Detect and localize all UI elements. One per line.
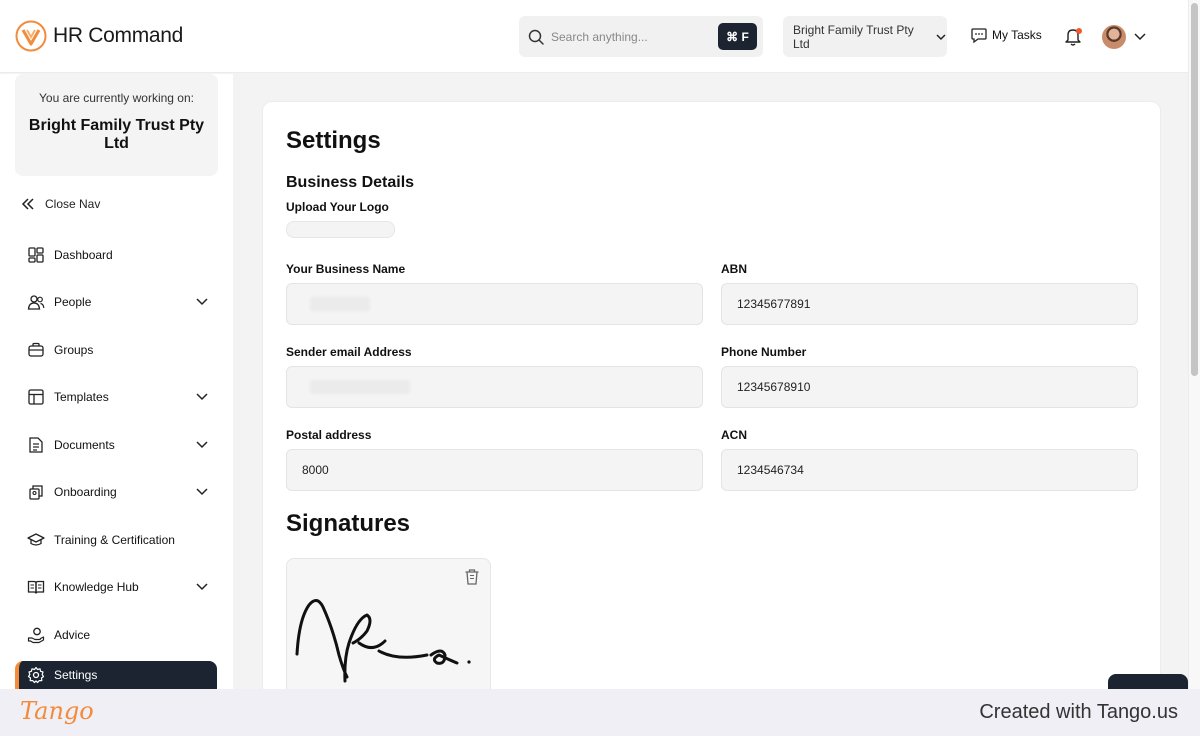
sidebar-item-advice[interactable]: Advice — [15, 619, 217, 651]
chevron-down-icon[interactable] — [195, 579, 209, 593]
sidebar-item-dashboard[interactable]: Dashboard — [15, 239, 217, 271]
onboarding-icon — [27, 483, 45, 501]
postal-address-field[interactable]: 8000 — [286, 449, 703, 491]
acn-field[interactable]: 1234546734 — [721, 449, 1138, 491]
search-shortcut-badge: ⌘ F — [718, 23, 757, 50]
tango-footer: Tango Created with Tango.us — [0, 689, 1200, 736]
upload-logo-button[interactable] — [286, 221, 395, 238]
search-input[interactable] — [551, 29, 711, 44]
sidebar-item-settings[interactable]: Settings — [15, 661, 217, 689]
settings-card: Settings Business Details Upload Your Lo… — [262, 101, 1161, 708]
tango-credit: Created with Tango.us — [979, 701, 1178, 723]
sidebar-item-label: Dashboard — [54, 248, 113, 262]
close-nav-button[interactable]: Close Nav — [20, 196, 100, 212]
search-bar[interactable]: ⌘ F — [519, 16, 763, 57]
graduation-cap-icon — [27, 531, 45, 549]
people-icon — [27, 293, 45, 311]
company-selector[interactable]: Bright Family Trust Pty Ltd — [783, 16, 947, 57]
dashboard-icon — [27, 246, 45, 264]
sidebar-item-label: Advice — [54, 628, 91, 642]
sidebar-item-people[interactable]: People — [15, 286, 217, 318]
business-name-field[interactable] — [286, 283, 703, 325]
sidebar-item-groups[interactable]: Groups — [15, 334, 217, 366]
sidebar-item-label: Training & Certification — [54, 533, 175, 547]
acn-value: 1234546734 — [737, 463, 804, 477]
abn-value: 12345677891 — [737, 297, 811, 311]
close-nav-label: Close Nav — [45, 197, 101, 211]
sidebar-item-label: Documents — [54, 438, 115, 452]
acn-label: ACN — [721, 428, 747, 442]
logo-mark-icon — [15, 20, 47, 52]
upload-logo-label: Upload Your Logo — [286, 200, 389, 214]
top-header: HR Command ⌘ F Bright Family Trust Pty L… — [0, 0, 1188, 73]
phone-field[interactable]: 12345678910 — [721, 366, 1138, 408]
sidebar-item-label: Knowledge Hub — [54, 580, 139, 594]
sidebar-item-label: Onboarding — [54, 485, 117, 499]
sidebar-item-label: Groups — [54, 343, 94, 357]
chevron-down-icon[interactable] — [195, 389, 209, 403]
business-name-label: Your Business Name — [286, 262, 406, 276]
scrollbar-thumb[interactable] — [1191, 3, 1198, 376]
app-name: HR Command — [53, 24, 184, 47]
hand-coin-icon — [27, 626, 45, 644]
sidebar-item-label: People — [54, 295, 92, 309]
app-logo[interactable]: HR Command — [15, 20, 183, 52]
sender-email-label: Sender email Address — [286, 345, 412, 359]
sidebar-item-knowledge-hub[interactable]: Knowledge Hub — [15, 571, 217, 603]
sidebar-item-label: Settings — [54, 668, 98, 682]
tango-logo: Tango — [20, 697, 94, 725]
chevron-down-icon[interactable] — [195, 294, 209, 308]
workspace-card: You are currently working on: Bright Fam… — [15, 74, 218, 176]
workspace-caption: You are currently working on: — [39, 91, 194, 105]
workspace-name: Bright Family Trust Pty Ltd — [28, 117, 205, 152]
page-scrollbar[interactable] — [1188, 0, 1200, 689]
chevron-down-icon[interactable] — [195, 437, 209, 451]
sidebar-item-training[interactable]: Training & Certification — [15, 524, 217, 556]
notification-dot — [1076, 28, 1082, 34]
search-icon — [528, 29, 544, 45]
sidebar: You are currently working on: Bright Fam… — [0, 74, 233, 689]
chevron-down-icon[interactable] — [195, 484, 209, 498]
page-title: Settings — [286, 127, 381, 154]
abn-field[interactable]: 12345677891 — [721, 283, 1138, 325]
my-tasks-button[interactable]: My Tasks — [970, 26, 1042, 44]
postal-address-value: 8000 — [302, 463, 329, 477]
user-avatar[interactable] — [1102, 25, 1126, 49]
document-icon — [27, 436, 45, 454]
sidebar-item-onboarding[interactable]: Onboarding — [15, 476, 217, 508]
abn-label: ABN — [721, 262, 747, 276]
signature-image — [295, 599, 471, 683]
company-selector-label: Bright Family Trust Pty Ltd — [793, 22, 914, 51]
phone-value: 12345678910 — [737, 380, 811, 394]
gear-icon — [27, 666, 45, 684]
chevron-down-icon[interactable] — [1133, 32, 1147, 42]
phone-label: Phone Number — [721, 345, 807, 359]
sidebar-item-label: Templates — [54, 390, 109, 404]
book-icon — [27, 578, 45, 596]
sidebar-item-documents[interactable]: Documents — [15, 429, 217, 461]
double-chevron-left-icon — [21, 198, 34, 210]
chevron-down-icon — [936, 33, 946, 40]
sidebar-item-templates[interactable]: Templates — [15, 381, 217, 413]
template-icon — [27, 388, 45, 406]
redacted-value — [310, 380, 410, 394]
signature-card — [286, 558, 491, 708]
sender-email-field[interactable] — [286, 366, 703, 408]
business-details-heading: Business Details — [286, 174, 415, 191]
postal-address-label: Postal address — [286, 428, 372, 442]
briefcase-icon — [27, 341, 45, 359]
chat-bubble-icon — [971, 28, 987, 44]
signatures-heading: Signatures — [286, 510, 411, 537]
redacted-value — [310, 297, 370, 311]
my-tasks-label: My Tasks — [992, 28, 1042, 42]
